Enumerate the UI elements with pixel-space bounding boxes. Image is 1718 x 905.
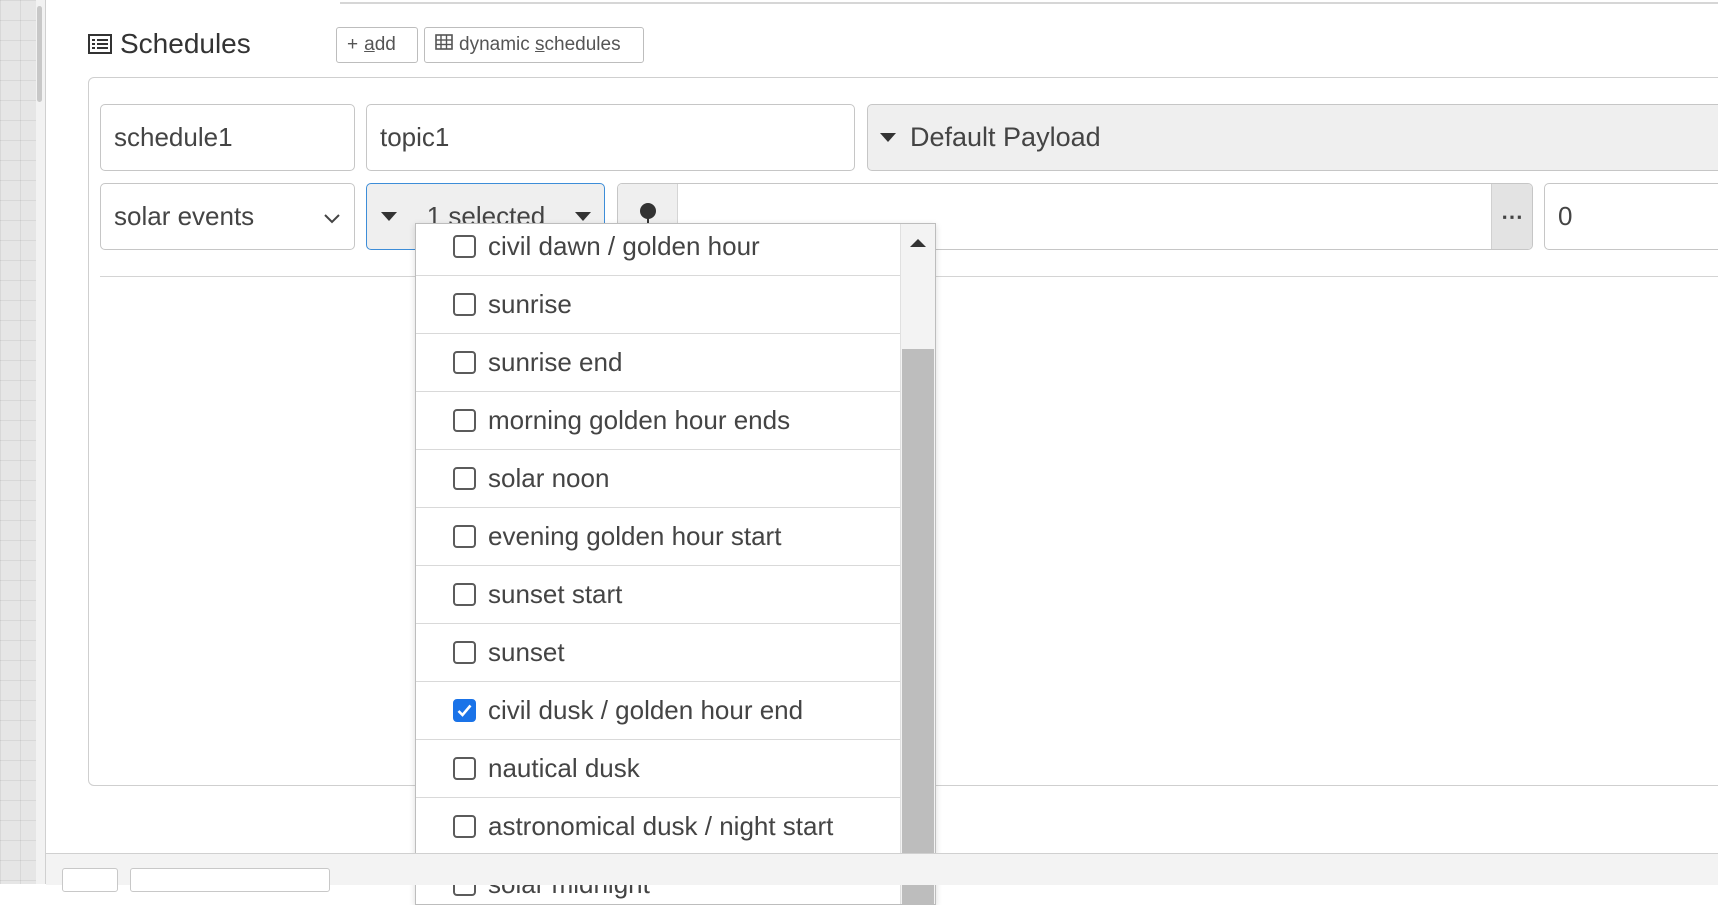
- solar-event-option[interactable]: morning golden hour ends: [416, 392, 900, 450]
- topic-input[interactable]: topic1: [366, 104, 855, 171]
- chevron-down-icon: [323, 201, 341, 232]
- solar-event-label: sunset: [488, 637, 565, 667]
- add-schedule-button[interactable]: + a dd: [336, 27, 418, 63]
- add-label-rest: dd: [374, 34, 396, 55]
- add-label-accesskey: a: [364, 34, 375, 55]
- caret-down-icon: [575, 212, 591, 221]
- caret-down-icon: [880, 133, 896, 142]
- offset-input[interactable]: 0: [1544, 183, 1718, 250]
- solar-event-label: civil dawn / golden hour: [488, 231, 760, 261]
- top-divider: [340, 0, 1718, 4]
- offset-value: 0: [1558, 201, 1573, 231]
- solar-event-option[interactable]: astronomical dusk / night start: [416, 798, 900, 856]
- checkbox-icon[interactable]: [453, 641, 476, 664]
- solar-event-option[interactable]: civil dusk / golden hour end: [416, 682, 900, 740]
- checkbox-icon[interactable]: [453, 467, 476, 490]
- payload-type-select[interactable]: Default Payload: [867, 104, 1718, 171]
- checkbox-icon[interactable]: [453, 757, 476, 780]
- solar-events-list: civil dawn / golden hour sunrise sunrise e…: [416, 224, 900, 904]
- topic-value: topic1: [380, 122, 450, 152]
- schedule-type-value: solar events: [114, 201, 255, 231]
- solar-event-label: sunrise end: [488, 347, 623, 377]
- solar-event-option[interactable]: sunrise end: [416, 334, 900, 392]
- solar-event-label: evening golden hour start: [488, 521, 782, 551]
- table-icon: [435, 34, 453, 56]
- workspace-grid: [0, 0, 37, 884]
- section-title: Schedules: [120, 28, 251, 59]
- dynamic-schedules-button[interactable]: dynamic s chedules: [424, 27, 644, 63]
- more-options-button[interactable]: ⋯: [1491, 184, 1532, 249]
- checkbox-icon[interactable]: [453, 235, 476, 258]
- solar-event-option[interactable]: sunset: [416, 624, 900, 682]
- payload-label: Default Payload: [910, 122, 1101, 152]
- solar-event-option[interactable]: evening golden hour start: [416, 508, 900, 566]
- schedule-type-select[interactable]: solar events: [100, 183, 355, 250]
- solar-event-option[interactable]: civil dawn / golden hour: [416, 224, 900, 276]
- solar-event-option[interactable]: solar noon: [416, 450, 900, 508]
- toolbar-button[interactable]: [130, 868, 330, 892]
- solar-event-label: astronomical dusk / night start: [488, 811, 834, 841]
- dynamic-label-prefix: dynamic: [459, 34, 536, 55]
- section-header: Schedules: [88, 28, 251, 60]
- checkbox-icon[interactable]: [453, 583, 476, 606]
- checkbox-checked-icon[interactable]: [453, 699, 476, 722]
- dropdown-scrollbar-thumb[interactable]: [902, 349, 934, 904]
- schedule-name-value: schedule1: [114, 122, 233, 152]
- caret-down-icon: [381, 212, 397, 221]
- toolbar-button[interactable]: [62, 868, 118, 892]
- solar-event-label: sunset start: [488, 579, 623, 609]
- solar-event-label: civil dusk / golden hour end: [488, 695, 804, 725]
- solar-event-option[interactable]: sunset start: [416, 566, 900, 624]
- solar-event-label: sunrise: [488, 289, 572, 319]
- dropdown-scrollbar[interactable]: [900, 224, 935, 904]
- solar-event-option[interactable]: sunrise: [416, 276, 900, 334]
- solar-event-option[interactable]: nautical dusk: [416, 740, 900, 798]
- checkbox-icon[interactable]: [453, 409, 476, 432]
- schedule-name-input[interactable]: schedule1: [100, 104, 355, 171]
- checkbox-icon[interactable]: [453, 351, 476, 374]
- editor-scrollbar-track[interactable]: [36, 0, 46, 884]
- dynamic-label-accesskey: s: [535, 34, 545, 55]
- list-icon: [88, 34, 112, 54]
- editor-scrollbar-thumb[interactable]: [37, 6, 42, 102]
- solar-event-label: morning golden hour ends: [488, 405, 791, 435]
- checkbox-icon[interactable]: [453, 293, 476, 316]
- scroll-up-icon[interactable]: [910, 239, 926, 247]
- solar-event-label: solar noon: [488, 463, 610, 493]
- checkbox-icon[interactable]: [453, 525, 476, 548]
- solar-events-dropdown[interactable]: civil dawn / golden hour sunrise sunrise e…: [415, 223, 936, 905]
- dynamic-label-rest: chedules: [544, 34, 621, 55]
- checkbox-icon[interactable]: [453, 815, 476, 838]
- add-label-prefix: +: [347, 34, 359, 55]
- solar-event-label: nautical dusk: [488, 753, 640, 783]
